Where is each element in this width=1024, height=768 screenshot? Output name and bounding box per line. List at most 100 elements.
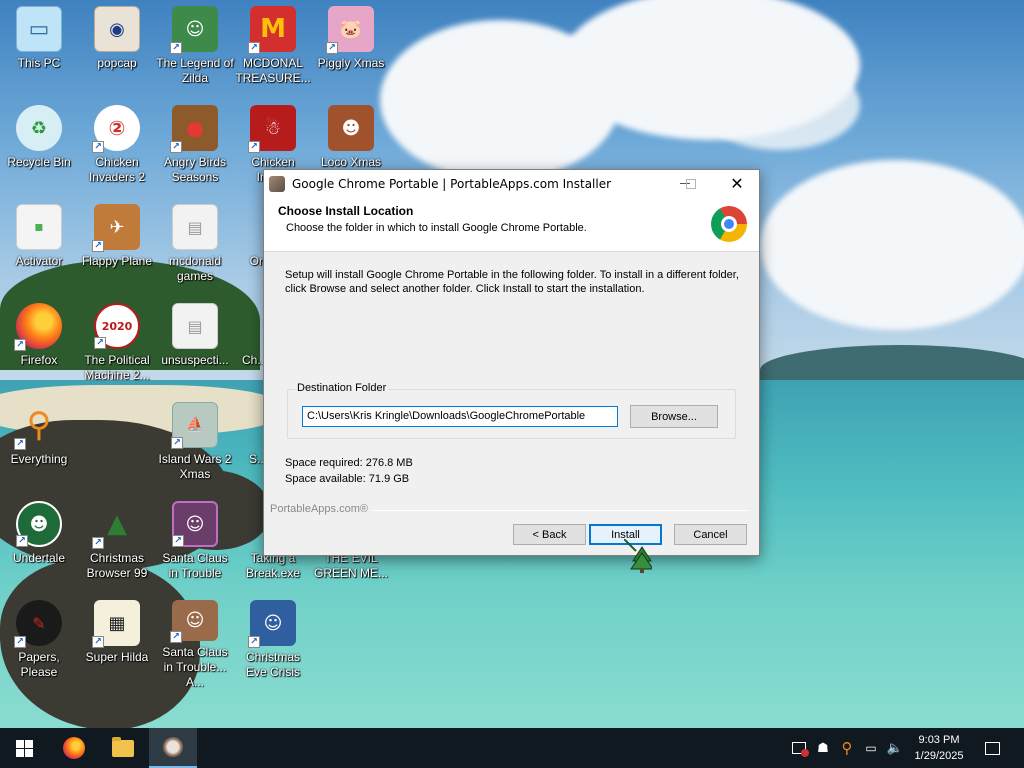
undertale-icon: ☻ ↗ [16,501,62,547]
desktop-icon-santa-claus-trouble-again[interactable]: ☺ ↗ Santa Claus in Trouble... A... [156,594,234,690]
tray-network-user[interactable]: ☗ [812,728,834,768]
installer-app-icon [269,175,285,192]
desktop-icon-flappy-plane[interactable]: ✈ ↗ Flappy Plane [78,198,156,294]
christmas-eve-crisis-icon: ☺ ↗ [248,600,296,648]
desktop-icon-label: Christmas Browser 99 [86,551,148,580]
desktop-icon-label: Chicken Invaders 2 [88,155,146,184]
taskbar-installer[interactable] [149,728,197,768]
desktop-icon-label: Island Wars 2 Xmas [158,452,232,481]
desktop-icon-label: Super Hilda [85,650,149,664]
desktop-icon-label: The Political Machine 2... [84,353,150,382]
popcap-folder-icon: ◉ [94,6,140,52]
this-pc-icon: ▭ [16,6,62,52]
action-center-button[interactable] [978,728,1006,768]
start-button[interactable] [0,728,48,768]
desktop-icon-christmas-eve-crisis[interactable]: ☺ ↗ Christmas Eve Crisis [234,594,312,690]
desktop-icon-piggly-xmas[interactable]: 🐷 ↗ Piggly Xmas [312,0,390,96]
close-button[interactable]: ✕ [714,170,760,197]
desktop-icon-angry-birds-seasons[interactable]: ● ↗ Angry Birds Seasons [156,99,234,195]
desktop-icon-label: Flappy Plane [81,254,153,268]
maximize-button-disabled [668,170,714,197]
everything-tray-icon: ⚲ [841,739,853,757]
desktop-icon-label: Papers, Please [18,650,60,679]
desktop-icon-mcdonald-games[interactable]: ▤ mcdonald games [156,198,234,294]
mcdonalds-treasure-icon: M ↗ [248,6,296,54]
header-subtitle: Choose the folder in which to install Go… [286,222,587,234]
firefox-icon: ↗ [14,303,62,351]
desktop-icon-political-machine[interactable]: 2020 ↗ The Political Machine 2... [78,297,156,393]
flappy-plane-icon: ✈ ↗ [92,204,140,252]
installer-header: Choose Install Location Choose the folde… [264,197,759,252]
desktop-icon-label: Santa Claus in Trouble [162,551,228,580]
everything-search-icon: ⚲ ↗ [14,402,62,450]
desktop-icon-mcdonalds-treasure[interactable]: M ↗ MCDONAL TREASURE... [234,0,312,96]
desktop-icon-undertale[interactable]: ☻ ↗ Undertale [0,495,78,591]
desktop-icon-label: Piggly Xmas [317,56,385,70]
taskbar-file-explorer[interactable] [99,728,147,768]
installer-title: Google Chrome Portable | PortableApps.co… [292,176,612,191]
taskbar-clock[interactable]: 9:03 PM 1/29/2025 [907,732,971,764]
clock-time: 9:03 PM [918,734,960,746]
desktop-icon-recycle-bin[interactable]: ♻ Recycle Bin [0,99,78,195]
santa-claus-trouble-again-icon: ☺ ↗ [170,600,218,643]
volume-icon: 🔈 [886,740,904,756]
branding-divider [372,510,749,511]
clock-date: 1/29/2025 [914,750,964,762]
security-icon [792,742,809,757]
desktop-icon-label: Firefox [20,353,58,367]
desktop-icon-santa-claus-trouble[interactable]: ☺ ↗ Santa Claus in Trouble [156,495,234,591]
desktop-icon-chicken-invaders-2[interactable]: ② ↗ Chicken Invaders 2 [78,99,156,195]
desktop-icon-label: Santa Claus in Trouble... A... [162,645,228,689]
desktop-icon-firefox[interactable]: ↗ Firefox [0,297,78,393]
tray-everything[interactable]: ⚲ [836,728,858,768]
tray-volume[interactable]: 🔈 [884,728,906,768]
installer-icon [163,737,183,757]
tray-network[interactable]: ▭ [860,728,882,768]
chicken-invaders-xmas-icon: ☃ ↗ [248,105,296,153]
taskbar: ☗ ⚲ ▭ 🔈 9:03 PM 1/29/2025 [0,728,1024,768]
maximize-icon [686,178,696,189]
angry-birds-seasons-icon: ● ↗ [170,105,218,153]
network-user-icon: ☗ [817,740,829,756]
desktop-icon-label: Loco Xmas [320,155,382,169]
political-machine-icon: 2020 ↗ [94,303,140,349]
desktop-icon-activator[interactable]: ▪ Activator [0,198,78,294]
cancel-button[interactable]: Cancel [674,524,747,545]
desktop-icon-label: Recycle Bin [7,155,71,169]
taskbar-firefox[interactable] [50,728,98,768]
install-instructions: Setup will install Google Chrome Portabl… [285,269,739,295]
legend-of-zilda-icon: ☺ ↗ [170,6,218,54]
desktop-icon-label: mcdonald games [168,254,222,283]
desktop-icon-unsuspecting[interactable]: ▤ unsuspecti... [156,297,234,393]
firefox-icon [63,737,85,759]
desktop-icon-island-wars-2-xmas[interactable]: ⛵ ↗ Island Wars 2 Xmas [156,396,234,492]
desktop-icon-legend-of-zilda[interactable]: ☺ ↗ The Legend of Zilda [156,0,234,96]
desktop-icon-super-hilda[interactable]: ▦ ↗ Super Hilda [78,594,156,690]
desktop-icon-label: Undertale [12,551,66,565]
notifications-icon [984,741,1000,755]
desktop-icon-popcap[interactable]: ◉ popcap [78,0,156,96]
network-icon: ▭ [865,741,877,755]
installer-window[interactable]: Google Chrome Portable | PortableApps.co… [263,169,760,556]
santa-claus-trouble-icon: ☺ ↗ [172,501,218,547]
installer-titlebar[interactable]: Google Chrome Portable | PortableApps.co… [264,170,759,197]
island-wars-2-xmas-icon: ⛵ ↗ [171,402,218,449]
tray-security[interactable] [788,728,810,768]
desktop-icon-label: This PC [17,56,61,70]
mcdonald-games-folder-icon: ▤ [172,204,218,250]
desktop-icon-christmas-browser-99[interactable]: ▲ ↗ Christmas Browser 99 [78,495,156,591]
desktop-icon-label: Christmas Eve Crisis [245,650,300,679]
back-button[interactable]: < Back [513,524,586,545]
destination-folder-input[interactable]: C:\Users\Kris Kringle\Downloads\GoogleCh… [302,406,618,427]
browse-button[interactable]: Browse... [630,405,718,428]
destination-folder-group: Destination Folder C:\Users\Kris Kringle… [287,382,736,439]
desktop-icon-papers-please[interactable]: ✎ ↗ Papers, Please [0,594,78,690]
close-icon: ✕ [730,175,744,193]
desktop-icon-label: unsuspecti... [161,353,229,367]
chicken-invaders-2-icon: ② ↗ [92,105,140,153]
desktop-icon-label: Activator [15,254,63,268]
desktop-icon-everything[interactable]: ⚲ ↗ Everything [0,396,78,492]
portableapps-branding: PortableApps.com® [270,503,372,515]
piggly-xmas-icon: 🐷 ↗ [326,6,374,54]
desktop-icon-this-pc[interactable]: ▭ This PC [0,0,78,96]
